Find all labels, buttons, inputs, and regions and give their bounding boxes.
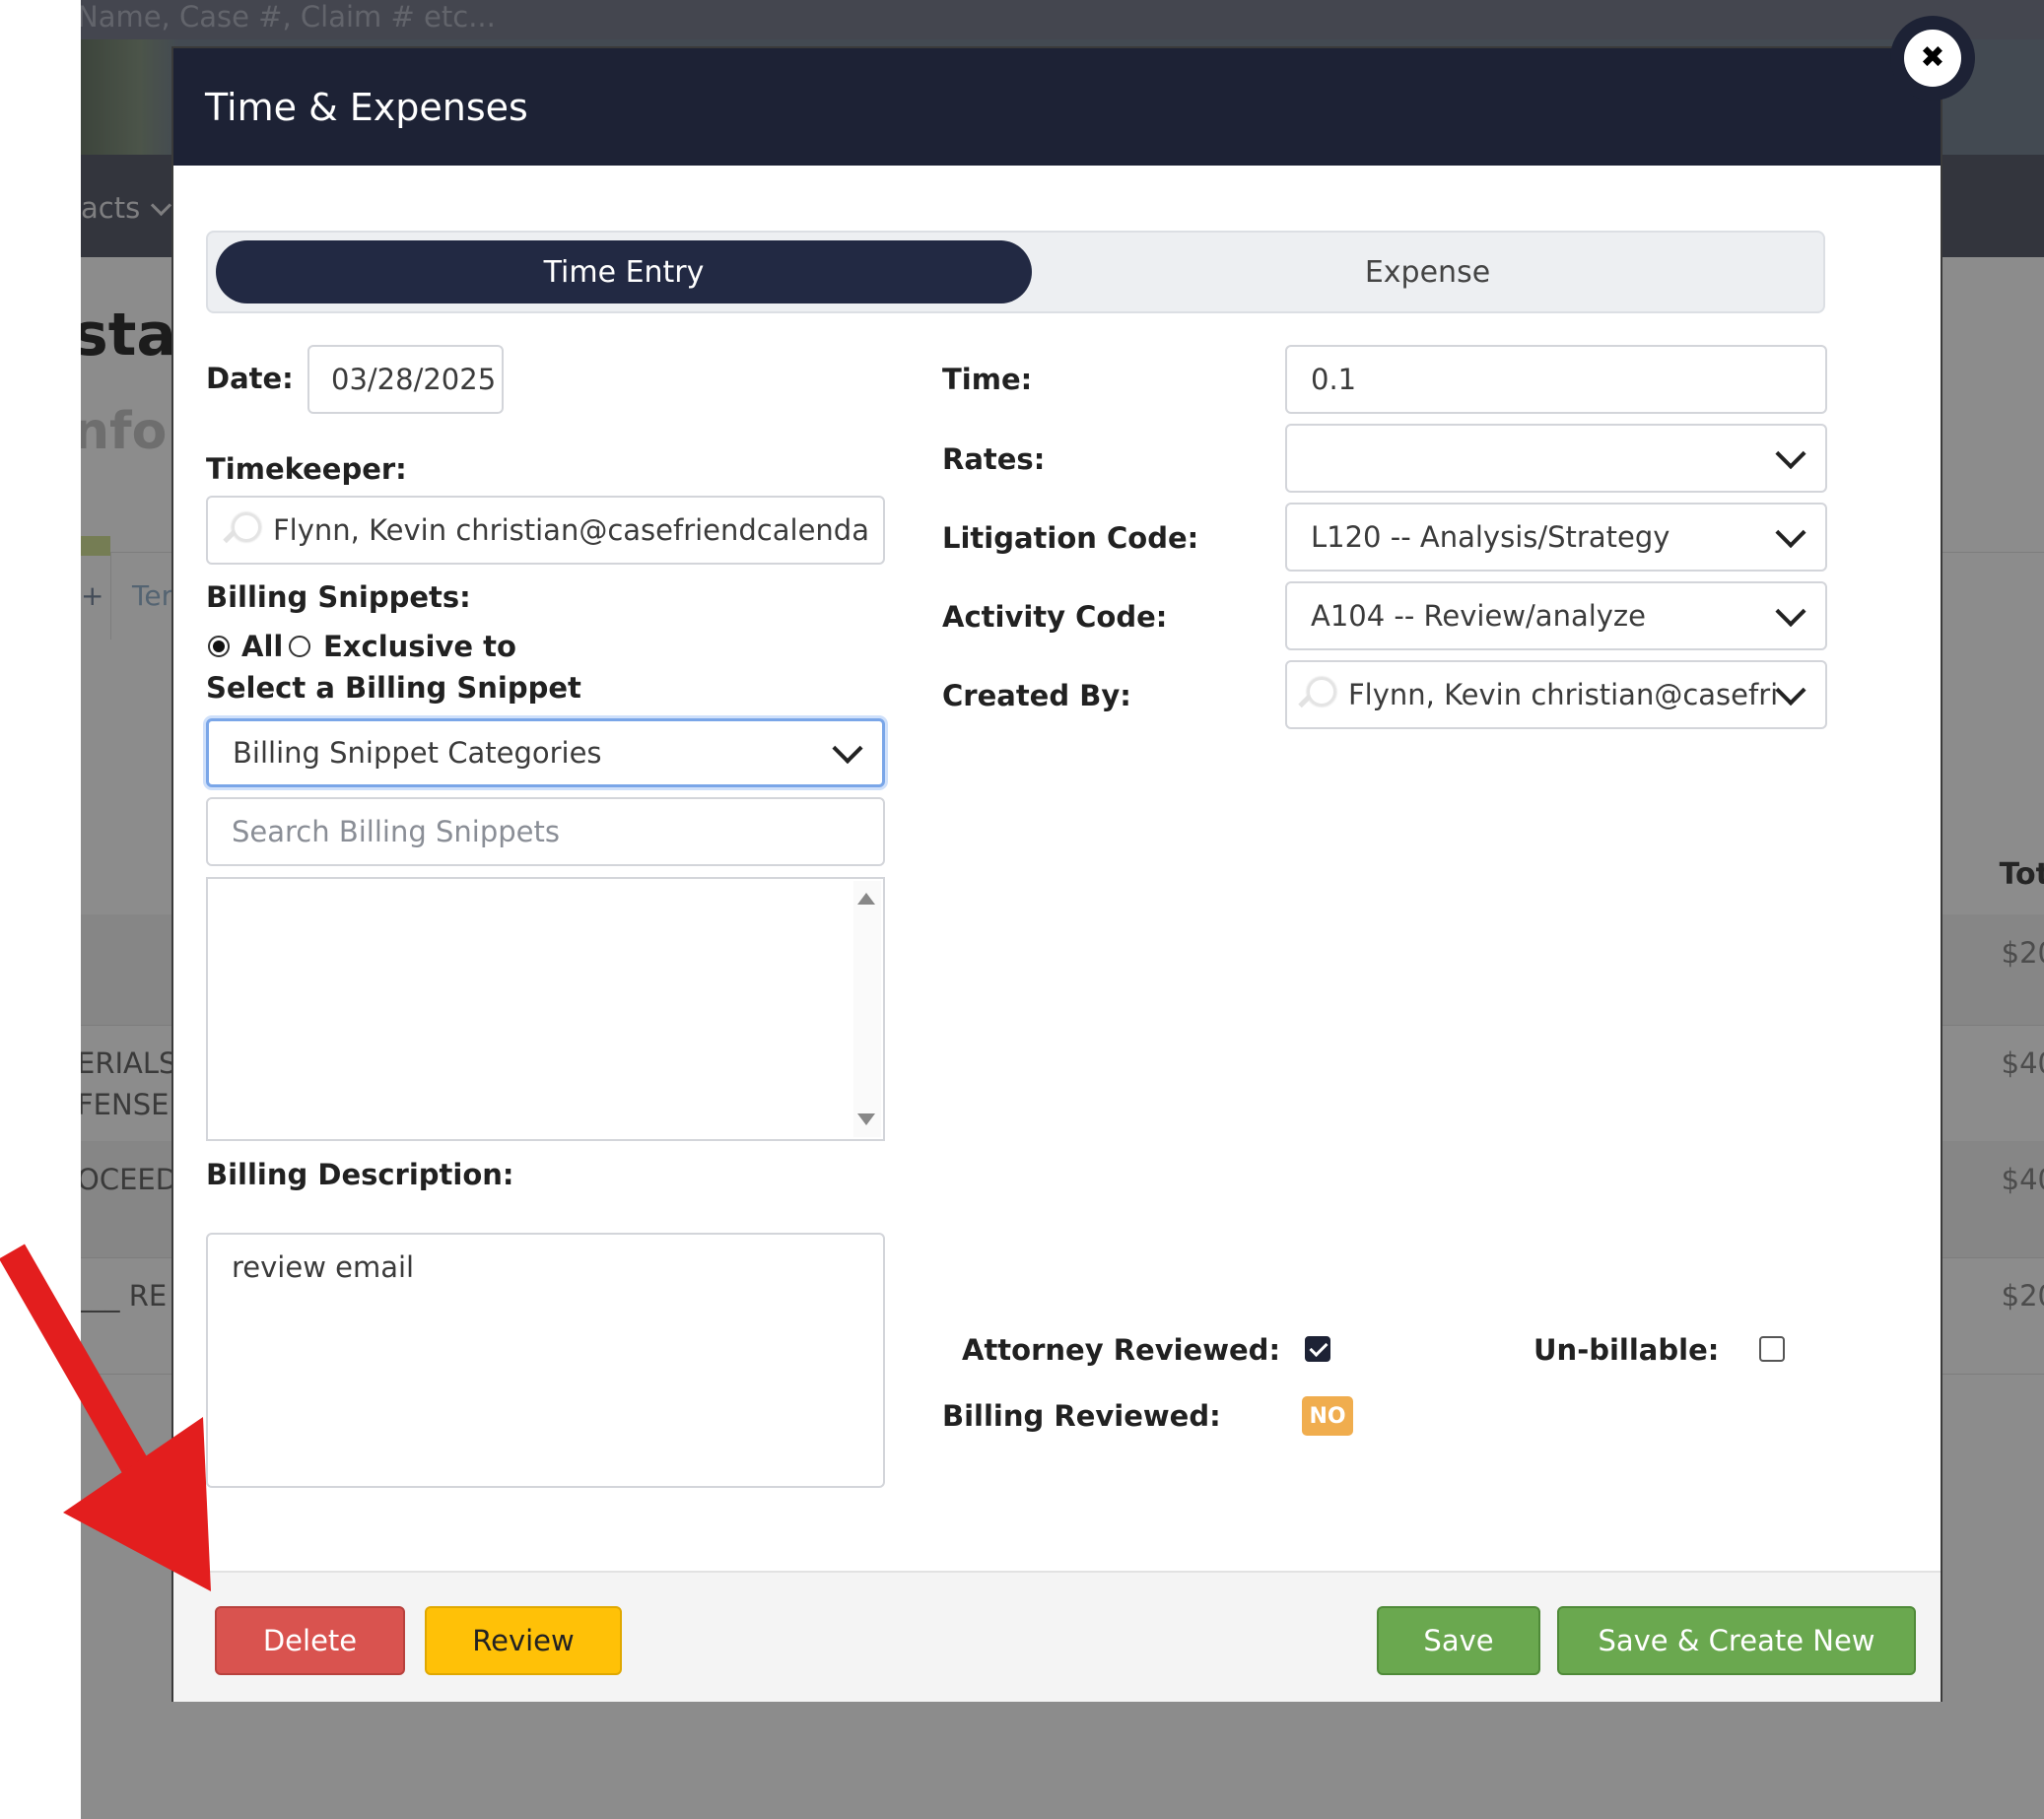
snippet-categories-select[interactable]: Billing Snippet Categories [206, 718, 885, 787]
radio-exclusive-label[interactable]: Exclusive to [323, 630, 516, 663]
modal-header: Time & Expenses [173, 48, 1941, 166]
modal-footer: Delete Review Save Save & Create New [173, 1571, 1941, 1702]
tab-expense[interactable]: Expense [1036, 240, 1819, 303]
time-input[interactable]: 0.1 [1285, 345, 1827, 414]
snippet-list[interactable] [206, 877, 885, 1141]
billing-description-textarea[interactable]: review email [206, 1233, 885, 1488]
timekeeper-value: Flynn, Kevin christian@casefriendcalenda [273, 513, 869, 547]
save-create-new-button[interactable]: Save & Create New [1557, 1606, 1916, 1675]
timekeeper-field[interactable]: Flynn, Kevin christian@casefriendcalenda [206, 496, 885, 565]
search-icon [1297, 675, 1336, 714]
date-label: Date: [206, 362, 294, 395]
radio-all-label[interactable]: All [241, 630, 283, 663]
radio-all[interactable] [208, 636, 230, 657]
created-by-select[interactable]: Flynn, Kevin christian@casefri [1285, 660, 1827, 729]
scrollbar[interactable] [853, 881, 881, 1137]
unbillable-label: Un-billable: [1533, 1333, 1720, 1367]
tab-time-entry[interactable]: Time Entry [216, 240, 1032, 303]
chevron-down-icon [1775, 517, 1806, 549]
time-label: Time: [942, 363, 1033, 396]
search-icon [222, 510, 261, 550]
select-snippet-label: Select a Billing Snippet [206, 671, 581, 705]
modal-title: Time & Expenses [205, 86, 528, 129]
delete-button[interactable]: Delete [215, 1606, 405, 1675]
activity-code-select[interactable]: A104 -- Review/analyze [1285, 581, 1827, 650]
rates-select[interactable] [1285, 424, 1827, 493]
billing-reviewed-label: Billing Reviewed: [942, 1399, 1221, 1433]
activity-code-label: Activity Code: [942, 600, 1168, 634]
litigation-code-select[interactable]: L120 -- Analysis/Strategy [1285, 503, 1827, 572]
activity-code-value: A104 -- Review/analyze [1311, 599, 1646, 633]
billing-reviewed-status-badge: NO [1302, 1396, 1353, 1436]
date-input[interactable]: 03/28/2025 [307, 345, 504, 414]
review-button[interactable]: Review [425, 1606, 622, 1675]
scroll-down-icon[interactable] [857, 1113, 875, 1125]
litigation-code-value: L120 -- Analysis/Strategy [1311, 520, 1670, 554]
attorney-reviewed-label: Attorney Reviewed: [962, 1333, 1281, 1367]
chevron-down-icon [832, 733, 863, 765]
created-by-value: Flynn, Kevin christian@casefri [1348, 678, 1779, 711]
rates-label: Rates: [942, 442, 1046, 476]
time-expenses-modal: Time & Expenses Time Entry Expense Date:… [171, 46, 1942, 1702]
save-button[interactable]: Save [1377, 1606, 1540, 1675]
chevron-down-icon [1775, 675, 1806, 707]
unbillable-checkbox[interactable] [1759, 1336, 1785, 1362]
snippet-categories-value: Billing Snippet Categories [233, 736, 602, 770]
scroll-up-icon[interactable] [857, 893, 875, 905]
radio-exclusive-to[interactable] [289, 636, 310, 657]
created-by-label: Created By: [942, 679, 1131, 712]
snippet-search-input[interactable]: Search Billing Snippets [206, 797, 885, 866]
entry-type-toggle: Time Entry Expense [206, 231, 1825, 313]
attorney-reviewed-checkbox[interactable] [1305, 1336, 1330, 1362]
chevron-down-icon [1775, 438, 1806, 470]
chevron-down-icon [1775, 596, 1806, 628]
litigation-code-label: Litigation Code: [942, 521, 1199, 555]
billing-description-label: Billing Description: [206, 1158, 514, 1191]
page-margin [0, 0, 81, 1819]
close-icon: ✖ [1904, 30, 1961, 87]
close-button[interactable]: ✖ [1890, 16, 1975, 101]
billing-snippets-label: Billing Snippets: [206, 580, 471, 614]
timekeeper-label: Timekeeper: [206, 452, 407, 486]
